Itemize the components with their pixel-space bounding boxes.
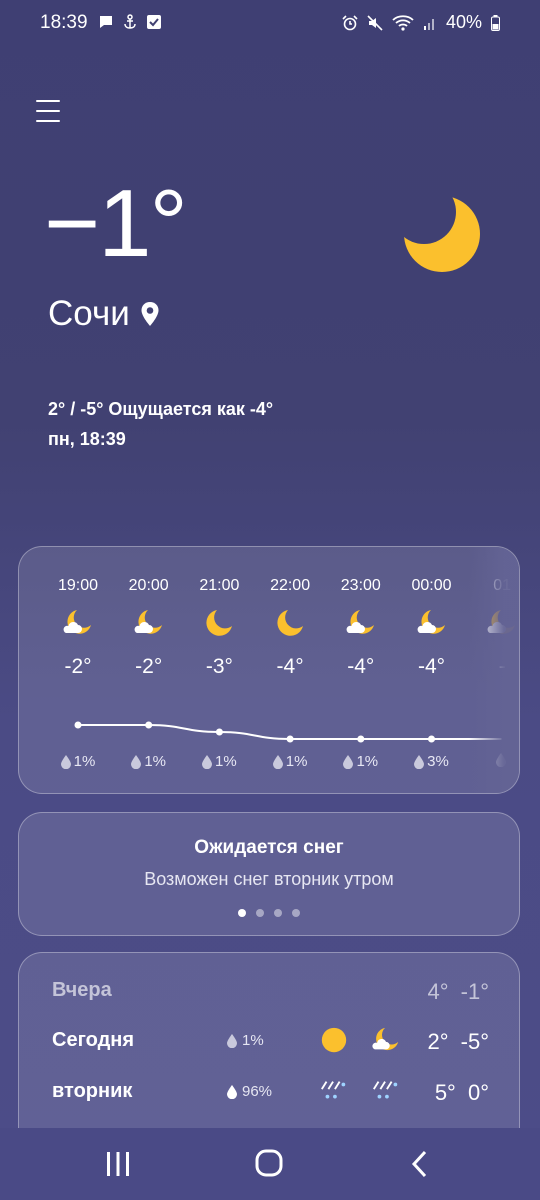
home-button[interactable] [249,1148,289,1180]
page-dot[interactable] [256,909,264,917]
daily-forecast-card[interactable]: Вчера 4° -1° Сегодня 1% 2° -5° вторник 96% 5° 0… [18,952,520,1152]
page-dot[interactable] [292,909,300,917]
temp-range-feels: 2° / -5° Ощущается как -4° [48,399,274,419]
day-precipitation: 1% [227,1032,264,1049]
home-icon [255,1149,283,1177]
city-name[interactable]: Сочи [48,294,160,334]
snow-rain-icon [319,1076,349,1111]
precip-drop-icon [227,1033,237,1048]
moon-cloud-icon [371,1025,401,1060]
day-precipitation: 96% [227,1083,272,1100]
battery-percent: 40% [445,12,482,32]
page-dot[interactable] [238,909,246,917]
back-button[interactable] [400,1148,440,1180]
navigation-bar [0,1128,540,1200]
signal-icon [423,18,434,30]
weather-notice-card[interactable]: Ожидается снег Возможен снег вторник утр… [18,812,520,936]
location-pin-icon [141,302,159,326]
temperature-trend-line [74,721,502,743]
day-name: Вчера [52,979,112,1001]
day-name: вторник [52,1080,133,1102]
status-right: 40% [342,12,500,33]
recent-apps-icon [107,1152,129,1176]
snow-rain-icon [371,1076,401,1111]
current-datetime: пн, 18:39 [48,429,126,449]
mute-icon [367,14,383,31]
day-temperatures: 4° -1° [427,979,489,1004]
wifi-icon [392,14,414,31]
checkbox-icon [147,15,161,29]
back-icon [411,1150,427,1178]
sun-icon [319,1025,349,1060]
status-left-icons [98,14,162,30]
day-name: Сегодня [52,1029,135,1051]
chat-icon [100,16,112,28]
anchor-icon [124,14,136,29]
hourly-forecast-card[interactable]: 19:00 -2° 1% 20:00 -2° 1% 21:00 -3° 1% 22:0… [18,546,520,794]
daily-row[interactable]: Сегодня 1% 2° -5° [19,1027,521,1069]
day-temperatures: 5° 0° [434,1080,489,1105]
day-precip-value: 1% [242,1032,264,1049]
alarm-icon [342,14,358,30]
notice-title: Ожидается снег [194,837,344,858]
battery-icon [491,14,500,31]
city-label: Сочи [48,294,130,333]
current-temperature: −1° [44,170,188,277]
day-precip-value: 96% [242,1083,273,1100]
precip-drop-icon [227,1084,237,1099]
day-temperatures: 2° -5° [427,1029,489,1054]
recent-apps-button[interactable] [98,1148,138,1180]
menu-button[interactable] [36,100,60,124]
page-indicator[interactable] [19,909,519,917]
moon-icon [400,192,482,279]
page-dot[interactable] [274,909,282,917]
daily-row[interactable]: Вчера 4° -1° [19,979,521,1019]
weather-summary: 2° / -5° Ощущается как -4° пн, 18:39 [48,394,273,454]
status-time: 18:39 [40,12,88,33]
notice-text: Возможен снег вторник утром [144,869,394,889]
daily-row[interactable]: вторник 96% 5° 0° [19,1080,521,1120]
